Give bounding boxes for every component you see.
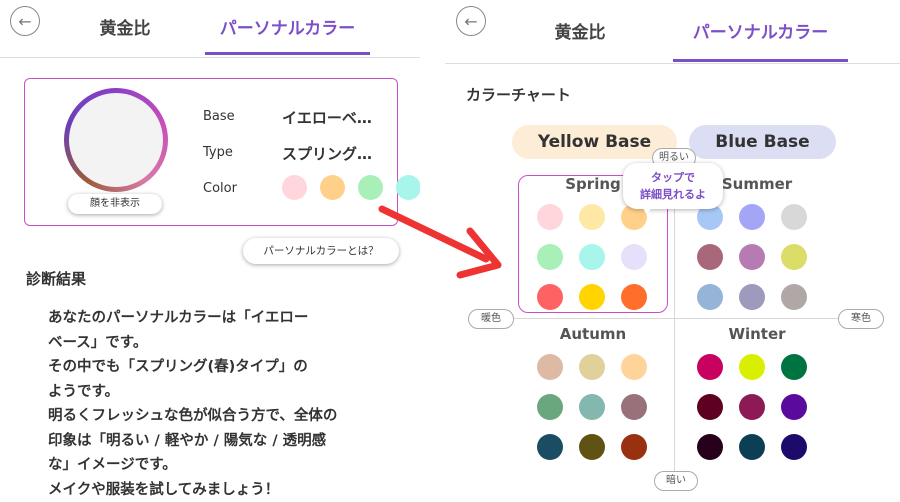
color-swatch[interactable] (621, 434, 647, 460)
color-swatch[interactable] (396, 175, 420, 200)
arrow-left-icon: ← (18, 11, 32, 31)
color-swatch[interactable] (739, 244, 765, 270)
color-swatch[interactable] (579, 244, 605, 270)
color-swatch[interactable] (781, 394, 807, 420)
color-swatch[interactable] (621, 244, 647, 270)
color-swatch[interactable] (358, 175, 383, 200)
color-swatch[interactable] (697, 284, 723, 310)
base-label: Base (203, 109, 235, 124)
color-swatch[interactable] (781, 244, 807, 270)
color-swatches (282, 175, 420, 201)
tap-hint-callout: タップで 詳細見れるよ (623, 163, 723, 209)
color-swatch[interactable] (621, 354, 647, 380)
color-label: Color (203, 181, 237, 196)
color-swatch[interactable] (537, 284, 563, 310)
type-label: Type (203, 145, 233, 160)
what-is-personal-color-button[interactable]: パーソナルカラーとは？ (243, 238, 399, 264)
color-swatch[interactable] (579, 284, 605, 310)
color-swatch[interactable] (781, 284, 807, 310)
color-swatch[interactable] (537, 354, 563, 380)
cool-axis-label: 寒色 (838, 309, 884, 329)
autumn-label: Autumn (559, 325, 627, 343)
color-swatch[interactable] (739, 204, 765, 230)
color-swatch[interactable] (781, 204, 807, 230)
color-swatch[interactable] (739, 354, 765, 380)
result-description: あなたのパーソナルカラーは「イエロー ベース」です。 その中でも「スプリング(春… (48, 310, 338, 498)
tab-divider (445, 63, 900, 64)
callout-tail (641, 205, 653, 215)
result-heading: 診断結果 (26, 270, 87, 288)
arrow-left-icon: ← (464, 11, 478, 31)
tab-golden-ratio[interactable]: 黄金比 (80, 14, 170, 39)
color-swatch[interactable] (781, 434, 807, 460)
tab-personal-color[interactable]: パーソナルカラー (205, 14, 370, 39)
type-value: スプリング… (282, 145, 373, 163)
hide-face-button[interactable]: 顔を非表示 (68, 194, 162, 214)
color-swatch[interactable] (537, 244, 563, 270)
color-swatch[interactable] (697, 434, 723, 460)
color-swatch[interactable] (697, 244, 723, 270)
left-screen: ← 黄金比 パーソナルカラー 顔を非表示 Base イエローベ… Type スプ… (0, 0, 420, 500)
color-swatch[interactable] (579, 394, 605, 420)
color-swatch[interactable] (320, 175, 345, 200)
color-swatch[interactable] (579, 434, 605, 460)
active-tab-indicator (205, 52, 370, 55)
color-swatch[interactable] (781, 354, 807, 380)
color-swatch[interactable] (579, 354, 605, 380)
color-swatch[interactable] (697, 394, 723, 420)
color-swatch[interactable] (739, 394, 765, 420)
warm-axis-label: 暖色 (468, 309, 514, 329)
face-mask (69, 93, 163, 187)
color-swatch[interactable] (739, 284, 765, 310)
active-tab-indicator (673, 59, 848, 62)
color-swatch[interactable] (621, 394, 647, 420)
color-chart-heading: カラーチャート (466, 86, 571, 104)
back-button[interactable]: ← (456, 6, 486, 36)
color-swatch[interactable] (282, 175, 307, 200)
right-screen: ← 黄金比 パーソナルカラー カラーチャート Yellow Base Blue … (445, 0, 900, 500)
tab-personal-color[interactable]: パーソナルカラー (673, 18, 848, 43)
tab-golden-ratio[interactable]: 黄金比 (535, 18, 625, 43)
color-swatch[interactable] (739, 434, 765, 460)
color-swatch[interactable] (621, 284, 647, 310)
back-button[interactable]: ← (10, 6, 40, 36)
color-swatch[interactable] (537, 204, 563, 230)
winter-label: Winter (728, 325, 786, 343)
base-value: イエローベ… (282, 109, 372, 127)
dark-axis-label: 暗い (654, 471, 698, 491)
blue-base-pill: Blue Base (689, 125, 836, 159)
color-swatch[interactable] (537, 434, 563, 460)
color-swatch[interactable] (537, 394, 563, 420)
horizontal-axis-line (490, 318, 865, 319)
color-swatch[interactable] (579, 204, 605, 230)
face-photo[interactable] (64, 88, 168, 192)
tab-divider (0, 57, 420, 58)
color-swatch[interactable] (697, 354, 723, 380)
